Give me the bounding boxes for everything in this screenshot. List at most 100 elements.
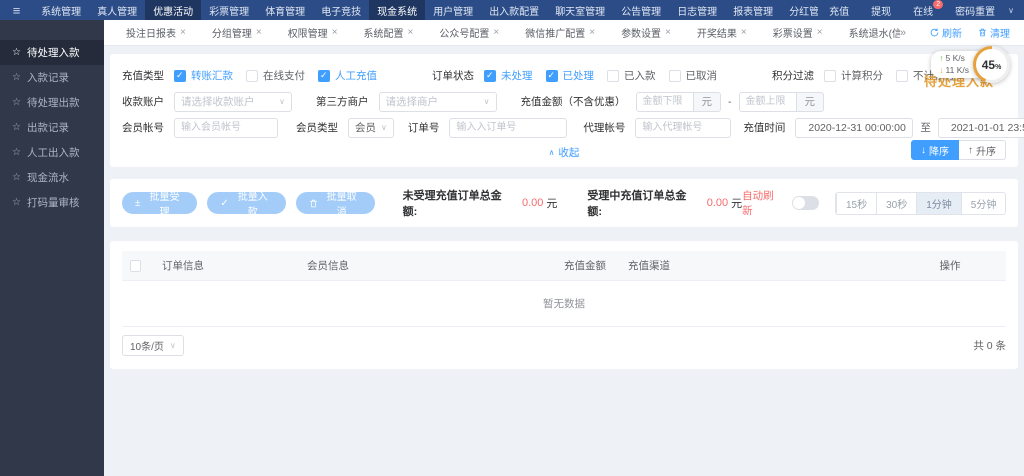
- tab-close-icon[interactable]: ×: [256, 27, 262, 38]
- batch-accept-button[interactable]: ± 批量受理: [122, 192, 197, 214]
- amount-min-group: 元: [636, 92, 722, 112]
- page-tab[interactable]: 投注日报表 ×: [118, 25, 194, 40]
- nav-menu-item[interactable]: 出入款配置: [481, 0, 547, 20]
- checkbox-option[interactable]: 转账汇款: [174, 68, 233, 83]
- nav-password-reset[interactable]: 密码重置: [944, 0, 1006, 20]
- member-type-select[interactable]: 会员 ∨: [348, 118, 394, 138]
- agent-account-input[interactable]: [635, 118, 731, 138]
- collapse-toggle[interactable]: ∧ 收起: [549, 145, 580, 160]
- tab-close-icon[interactable]: ×: [408, 27, 414, 38]
- sidebar-item-label: 待处理入款: [27, 45, 80, 60]
- checkbox-option[interactable]: 在线支付: [246, 68, 305, 83]
- nav-withdraw[interactable]: 提现: [860, 0, 902, 20]
- third-party-select[interactable]: 请选择商户 ∨: [379, 92, 497, 112]
- checkbox-option[interactable]: 已处理: [546, 68, 595, 83]
- page-tab[interactable]: 开奖结果 ×: [689, 25, 755, 40]
- unaccepted-amount-value: 0.00: [522, 197, 543, 209]
- auto-refresh-area: 自动刷新 15秒 30秒 1分钟 5分钟: [742, 188, 1006, 218]
- page-tab[interactable]: 系统配置 ×: [356, 25, 422, 40]
- nav-menu-item[interactable]: 分红管理: [781, 0, 818, 20]
- chevron-down-icon: ∨: [484, 97, 490, 106]
- page-tab[interactable]: 彩票设置 ×: [765, 25, 831, 40]
- nav-menu-item[interactable]: 公告管理: [613, 0, 669, 20]
- points-filter-label: 积分过滤: [772, 68, 814, 83]
- select-all-checkbox[interactable]: [130, 260, 141, 272]
- sidebar-item[interactable]: ☆ 人工出入款: [0, 140, 104, 165]
- page-tab[interactable]: 参数设置 ×: [613, 25, 679, 40]
- nav-online[interactable]: 在线 2: [902, 0, 944, 20]
- checkbox-option[interactable]: 已入款: [607, 68, 656, 83]
- interval-button[interactable]: 15秒: [836, 193, 876, 214]
- checkbox-option[interactable]: 已取消: [669, 68, 718, 83]
- page-tab[interactable]: 公众号配置 ×: [431, 25, 507, 40]
- batch-deposit-button[interactable]: ✓ 批量入款: [207, 192, 285, 214]
- nav-menu-item[interactable]: 优惠活动: [145, 0, 201, 20]
- nav-menu-item[interactable]: 报表管理: [725, 0, 781, 20]
- sidebar-item[interactable]: ☆ 待处理入款: [0, 40, 104, 65]
- interval-button[interactable]: 30秒: [876, 193, 916, 214]
- nav-menu-item[interactable]: 用户管理: [425, 0, 481, 20]
- receive-account-select[interactable]: 请选择收款账户 ∨: [174, 92, 292, 112]
- interval-button[interactable]: 1分钟: [916, 193, 961, 214]
- member-account-input[interactable]: [174, 118, 278, 138]
- clear-button[interactable]: 清理: [978, 25, 1010, 40]
- tab-close-icon[interactable]: ×: [589, 27, 595, 38]
- tab-close-icon[interactable]: ×: [493, 27, 499, 38]
- end-time-picker[interactable]: 2021-01-01 23:59:59: [938, 118, 1024, 138]
- nav-menu-item[interactable]: 真人管理: [89, 0, 145, 20]
- user-menu-chevron-icon[interactable]: ∨: [1006, 0, 1024, 20]
- auto-refresh-toggle[interactable]: [792, 196, 819, 210]
- checkbox-option[interactable]: 未处理: [484, 68, 533, 83]
- tab-close-icon[interactable]: ×: [817, 27, 823, 38]
- sidebar-item-label: 入款记录: [27, 70, 69, 85]
- amount-min-input[interactable]: [636, 92, 694, 112]
- nav-menu-item[interactable]: 系统管理: [33, 0, 89, 20]
- page-tab[interactable]: 微信推广配置 ×: [517, 25, 603, 40]
- nav-menu-item[interactable]: 日志管理: [669, 0, 725, 20]
- page-tab[interactable]: 分组管理 ×: [204, 25, 270, 40]
- nav-menu-item[interactable]: 现金系统: [369, 0, 425, 20]
- star-icon: ☆: [12, 197, 21, 208]
- page-tab[interactable]: 权限管理 ×: [280, 25, 346, 40]
- sidebar-item[interactable]: ☆ 打码量审核: [0, 190, 104, 215]
- nav-menu-label: 用户管理: [433, 3, 473, 18]
- amount-max-group: 元: [739, 92, 825, 112]
- page-size-select[interactable]: 10条/页 ∨: [122, 335, 184, 356]
- sidebar-item[interactable]: ☆ 待处理出款: [0, 90, 104, 115]
- sort-asc-button[interactable]: ↑ 升序: [959, 140, 1006, 160]
- sidebar-item[interactable]: ☆ 现金流水: [0, 165, 104, 190]
- tab-close-icon[interactable]: ×: [332, 27, 338, 38]
- filter-panel: 充值类型 转账汇款 在线支付: [110, 54, 1018, 167]
- nav-menu-item[interactable]: 电子竞技: [313, 0, 369, 20]
- sort-desc-button[interactable]: ↓ 降序: [911, 140, 959, 160]
- hamburger-icon[interactable]: ≡: [0, 0, 33, 20]
- recharge-type-options: 转账汇款 在线支付 人工充值: [174, 68, 390, 83]
- amount-max-input[interactable]: [739, 92, 797, 112]
- accepting-amount-label: 受理中充值订单总金额:: [587, 187, 700, 219]
- nav-menu-item[interactable]: 聊天室管理: [547, 0, 613, 20]
- checkbox-option[interactable]: 计算积分: [824, 68, 883, 83]
- tab-close-icon[interactable]: ×: [180, 27, 186, 38]
- tab-close-icon[interactable]: ×: [665, 27, 671, 38]
- tab-label: 参数设置: [621, 25, 661, 40]
- tab-label: 系统退水(信用): [849, 25, 900, 40]
- more-tabs-icon[interactable]: »: [900, 27, 906, 39]
- interval-button[interactable]: 5分钟: [961, 193, 1006, 214]
- sidebar-item[interactable]: ☆ 入款记录: [0, 65, 104, 90]
- top-navbar: ≡ 系统管理 真人管理 优惠活动 彩票管理 体育管理 电子竞技: [0, 0, 1024, 20]
- checkbox-option[interactable]: 人工充值: [318, 68, 377, 83]
- nav-menu-label: 彩票管理: [209, 3, 249, 18]
- start-time-picker[interactable]: 2020-12-31 00:00:00: [795, 118, 913, 138]
- order-no-input[interactable]: [449, 118, 567, 138]
- nav-menu-item[interactable]: 彩票管理: [201, 0, 257, 20]
- refresh-button[interactable]: 刷新: [930, 25, 962, 40]
- checkbox-icon: [318, 70, 330, 82]
- page-tab[interactable]: 系统退水(信用) ×: [841, 25, 900, 40]
- nav-menu-label: 电子竞技: [321, 3, 361, 18]
- batch-cancel-button[interactable]: 批量取消: [296, 192, 375, 214]
- nav-menu-item[interactable]: 体育管理: [257, 0, 313, 20]
- sidebar-item[interactable]: ☆ 出款记录: [0, 115, 104, 140]
- tab-close-icon[interactable]: ×: [741, 27, 747, 38]
- nav-recharge[interactable]: 充值: [818, 0, 860, 20]
- progress-ring[interactable]: 45%: [973, 46, 1010, 83]
